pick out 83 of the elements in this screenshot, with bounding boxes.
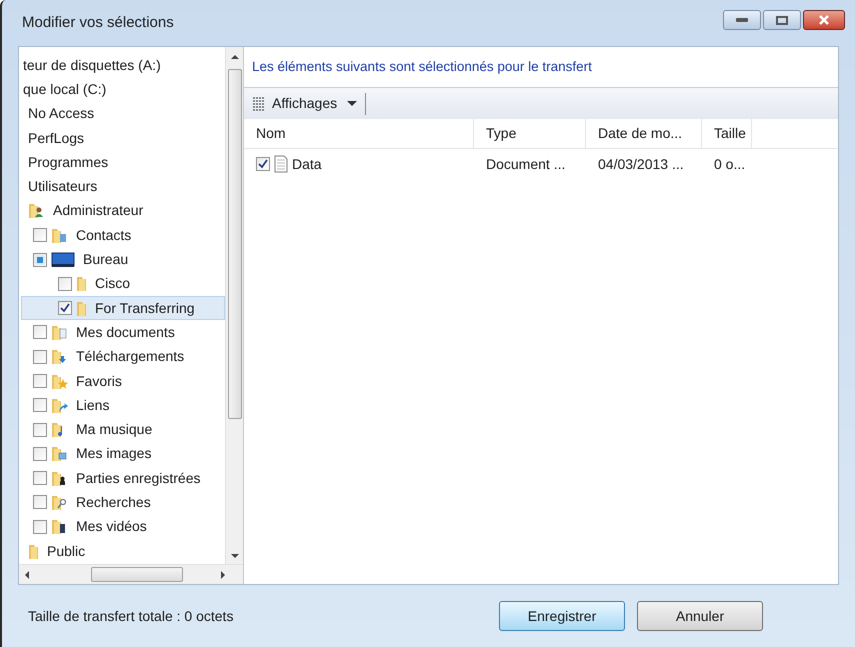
column-header[interactable]: Taille	[702, 119, 752, 148]
tree-item[interactable]: Recherches	[21, 490, 225, 515]
checkbox[interactable]	[33, 422, 47, 437]
selection-heading: Les éléments suivants sont sélectionnés pour le transfert	[252, 58, 592, 76]
views-button[interactable]: Affichages	[252, 92, 366, 114]
tree-item[interactable]: que local (C:)	[21, 77, 225, 102]
tree-item[interactable]: teur de disquettes (A:)	[21, 53, 225, 78]
downloads-folder-icon	[51, 348, 68, 366]
tree-item[interactable]: PerfLogs	[21, 126, 225, 150]
checkbox[interactable]	[58, 276, 72, 291]
checkbox[interactable]	[33, 495, 47, 510]
tree-item[interactable]: Cisco	[21, 272, 225, 296]
tree-item[interactable]: Mes images	[21, 442, 225, 466]
checkbox[interactable]	[256, 157, 270, 171]
scroll-up-icon	[230, 55, 238, 59]
close-icon	[818, 15, 830, 25]
checkbox[interactable]	[33, 325, 47, 340]
searches-folder-icon	[51, 494, 68, 511]
tree-item[interactable]: No Access	[21, 102, 225, 126]
tree-item[interactable]: Parties enregistrées	[21, 466, 225, 490]
games-folder-icon	[51, 470, 68, 487]
checkbox[interactable]	[33, 228, 47, 242]
minimize-icon	[736, 18, 748, 22]
tree-item[interactable]: Utilisateurs	[21, 174, 225, 199]
checkbox[interactable]	[58, 301, 72, 316]
column-header[interactable]: Type	[474, 119, 586, 148]
scroll-right-icon	[221, 570, 225, 578]
table-cell-text: 04/03/2013 ...	[598, 154, 684, 174]
tree-item[interactable]: Téléchargements	[21, 344, 225, 369]
table-cell-text: Document ...	[486, 154, 566, 174]
table-cell-text: 0 o...	[714, 154, 746, 174]
desktop-icon	[51, 252, 75, 268]
tree-item[interactable]: Bureau	[21, 247, 225, 272]
checkbox[interactable]	[33, 520, 47, 534]
checkbox[interactable]	[33, 398, 47, 412]
minimize-button[interactable]	[723, 10, 761, 30]
folder-icon	[76, 300, 87, 317]
list-view-icon	[252, 96, 266, 110]
window-title: Modifier vos sélections	[22, 12, 174, 33]
document-icon	[274, 155, 288, 173]
favorites-folder-icon	[51, 372, 68, 390]
checkmark-icon	[60, 303, 70, 314]
dropdown-caret-icon	[347, 101, 358, 106]
maximize-icon	[776, 16, 788, 24]
videos-folder-icon	[51, 518, 68, 536]
folder-icon	[76, 275, 87, 292]
checkbox[interactable]	[33, 252, 47, 267]
file-row[interactable]: Data Document ... 04/03/2013 ... 0 o...	[244, 149, 838, 179]
checkbox[interactable]	[33, 471, 47, 486]
user-folder-icon	[28, 202, 45, 220]
pictures-folder-icon	[51, 445, 68, 462]
tree-item[interactable]: Ma musique	[21, 417, 225, 442]
links-folder-icon	[51, 396, 68, 414]
tree-item[interactable]: For Transferring	[21, 296, 225, 320]
tree-item[interactable]: Contacts	[21, 223, 225, 248]
tree-item[interactable]: Administrateur	[21, 198, 225, 224]
checkbox[interactable]	[33, 446, 47, 461]
folder-icon	[28, 542, 39, 560]
contacts-folder-icon	[51, 226, 68, 244]
table-cell-text: Data	[292, 154, 322, 174]
cancel-button[interactable]: Annuler	[637, 601, 763, 631]
total-size-label: Taille de transfert totale : 0 octets	[28, 606, 234, 626]
tree-item[interactable]: Liens	[21, 393, 225, 418]
column-header[interactable]: Nom	[244, 119, 474, 148]
documents-folder-icon	[51, 324, 68, 341]
tree-item[interactable]: Favoris	[21, 368, 225, 394]
checkmark-icon	[258, 159, 268, 169]
horizontal-scrollbar[interactable]	[19, 564, 243, 584]
tree-item[interactable]: Public	[21, 538, 225, 564]
vertical-scrollbar[interactable]	[225, 47, 243, 564]
scroll-down-icon	[230, 554, 238, 558]
maximize-button[interactable]	[763, 10, 801, 30]
checkbox[interactable]	[33, 374, 47, 388]
column-header[interactable]: Date de mo...	[586, 119, 702, 148]
scrollbar-thumb[interactable]	[228, 69, 242, 419]
tree-item[interactable]: Mes documents	[21, 320, 225, 345]
tree-item[interactable]: Mes vidéos	[21, 514, 225, 539]
scrollbar-thumb[interactable]	[91, 567, 183, 582]
scroll-left-icon	[25, 570, 29, 578]
close-button[interactable]	[803, 10, 845, 30]
save-button[interactable]: Enregistrer	[499, 601, 625, 631]
tree-item[interactable]: Programmes	[21, 150, 225, 174]
checkbox[interactable]	[33, 350, 47, 364]
